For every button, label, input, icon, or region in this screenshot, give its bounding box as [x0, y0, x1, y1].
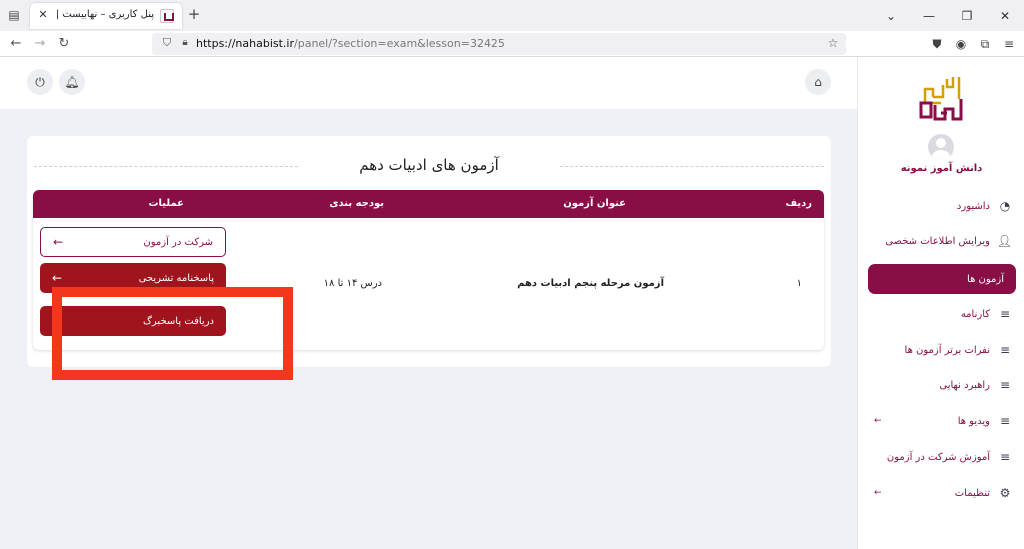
- avatar: [928, 134, 954, 160]
- chevron-down-icon[interactable]: ⌄: [872, 9, 910, 23]
- reload-icon[interactable]: ↻: [56, 36, 72, 52]
- account-icon[interactable]: ◉: [952, 35, 970, 53]
- sidebar-item-dashboard[interactable]: ◔ داشبورد: [868, 192, 1016, 220]
- browser-tab[interactable]: پنل کاربری – نهابیست | 20 امتحان ✕: [30, 3, 182, 29]
- list-icon: ≡: [999, 307, 1011, 321]
- sidebar-item-exam-tutorial[interactable]: ≡ آموزش شرکت در آزمون: [868, 443, 1016, 471]
- pocket-icon[interactable]: ⛊: [928, 35, 946, 53]
- menu-icon[interactable]: ≡: [1000, 35, 1018, 53]
- expand-arrow-icon[interactable]: ←: [874, 416, 882, 426]
- header-index: ردیف: [785, 198, 812, 209]
- list-icon: ≡: [999, 343, 1011, 357]
- window-controls: ⌄ — ❐ ✕: [872, 0, 1024, 31]
- site-favicon-icon: [160, 9, 174, 23]
- bookmark-star-icon[interactable]: ☆: [826, 36, 840, 50]
- row-index: ۱: [796, 278, 802, 289]
- arrow-left-icon: ←: [52, 271, 63, 285]
- bell-icon[interactable]: 🔔︎: [59, 69, 85, 95]
- tab-title: پنل کاربری – نهابیست | 20 امتحان: [54, 9, 154, 20]
- new-tab-icon[interactable]: +: [186, 6, 202, 22]
- sidebar-item-report-card[interactable]: ≡ کارنامه: [868, 300, 1016, 328]
- header-title: عنوان آزمون: [563, 198, 626, 209]
- dashboard-gauge-icon: ◔: [999, 199, 1011, 213]
- restore-icon[interactable]: ❐: [948, 9, 986, 23]
- power-icon[interactable]: ⏻: [27, 69, 53, 95]
- list-icon: ≡: [999, 414, 1011, 428]
- url-text[interactable]: https://nahabist.ir/panel/?section=exam&…: [196, 37, 505, 50]
- home-icon[interactable]: ⌂: [805, 69, 831, 95]
- tab-list-icon[interactable]: ▤: [6, 7, 22, 23]
- gear-icon: ⚙: [999, 486, 1011, 500]
- sidebar: دانش آموز نمونه ◔ داشبورد 👤︎ ویرایش اطلا…: [857, 57, 1024, 549]
- sidebar-item-final-strategy[interactable]: ≡ راهبرد نهایی: [868, 371, 1016, 399]
- page-header: ⏻ 🔔︎ ⌂: [0, 57, 857, 109]
- page-title: آزمون های ادبیات دهم: [27, 156, 831, 174]
- close-window-icon[interactable]: ✕: [986, 9, 1024, 23]
- sidebar-item-top-ranks[interactable]: ≡ نفرات برتر آزمون ها: [868, 336, 1016, 364]
- list-icon: ≡: [999, 378, 1011, 392]
- back-arrow-icon[interactable]: ←: [8, 36, 24, 52]
- sidebar-item-edit-profile[interactable]: 👤︎ ویرایش اطلاعات شخصی: [868, 227, 1016, 255]
- browser-navigation-bar: ← → ↻ ⛉ 🔒︎ https://nahabist.ir/panel/?se…: [0, 31, 1024, 57]
- sidebar-item-videos[interactable]: ≡ ویدیو ها ←: [868, 407, 1016, 435]
- table-header: ردیف عنوان آزمون بودجه بندی عملیات: [33, 190, 824, 218]
- header-actions: عملیات: [148, 198, 184, 209]
- sidebar-item-settings[interactable]: ⚙ تنظیمات ←: [868, 479, 1016, 507]
- row-budget: درس ۱۴ تا ۱۸: [323, 278, 382, 289]
- nahabist-logo: [919, 77, 963, 121]
- expand-arrow-icon[interactable]: ←: [874, 488, 882, 498]
- sidebar-item-exams[interactable]: آزمون ها: [868, 264, 1016, 294]
- extensions-icon[interactable]: ⧉: [976, 35, 994, 53]
- list-icon: ≡: [999, 450, 1011, 464]
- minimize-icon[interactable]: —: [910, 9, 948, 23]
- lock-icon[interactable]: 🔒︎: [178, 36, 192, 50]
- forward-arrow-icon[interactable]: →: [32, 36, 48, 52]
- take-exam-button[interactable]: شرکت در آزمون ←: [40, 227, 226, 257]
- close-tab-icon[interactable]: ✕: [36, 8, 50, 22]
- highlight-annotation-box: [52, 287, 293, 380]
- url-bar[interactable]: ⛉ 🔒︎ https://nahabist.ir/panel/?section=…: [152, 33, 846, 55]
- shield-icon[interactable]: ⛉: [160, 36, 174, 50]
- header-budget: بودجه بندی: [329, 198, 384, 209]
- browser-toolbar: ⛊ ◉ ⧉ ≡: [928, 35, 1018, 53]
- student-name: دانش آموز نمونه: [900, 163, 983, 174]
- row-exam-title: آزمون مرحله پنجم ادبیات دهم: [517, 278, 664, 289]
- user-icon: 👤︎: [996, 234, 1012, 248]
- arrow-left-icon: ←: [53, 235, 64, 249]
- browser-tab-bar: ▤ پنل کاربری – نهابیست | 20 امتحان ✕ + ⌄…: [0, 0, 1024, 31]
